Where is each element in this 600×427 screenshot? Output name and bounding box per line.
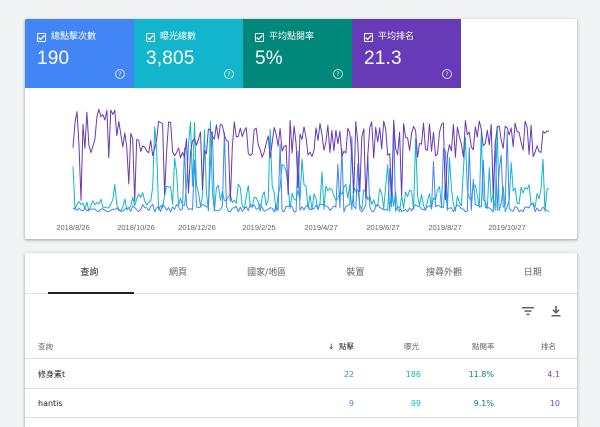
x-tick-label: 2019/4/27: [304, 223, 337, 232]
metric-value: 5%: [255, 48, 283, 69]
chart-lines: [72, 108, 550, 213]
header-impressions[interactable]: 曝光: [404, 342, 419, 352]
ctr-cell: 9.1%: [473, 399, 494, 408]
header-position[interactable]: 排名: [541, 342, 556, 352]
performance-chart[interactable]: 2018/8/26 2018/10/26 2018/12/26 2019/2/25 20…: [25, 88, 577, 239]
metric-label: 總點擊次數: [51, 32, 97, 42]
position-cell: 4.1: [547, 370, 560, 379]
x-tick-label: 2019/8/27: [428, 223, 461, 232]
table-header: 查詢 ↓ 點擊 曝光 點閱率 排名: [25, 334, 577, 359]
header-query[interactable]: 查詢: [38, 342, 53, 352]
metric-value: 190: [37, 48, 70, 69]
checkbox-icon[interactable]: [146, 33, 155, 42]
help-icon[interactable]: ?: [442, 69, 452, 79]
tab-dates[interactable]: 日期: [488, 253, 577, 293]
impressions-cell: 99: [410, 399, 421, 408]
header-clicks[interactable]: 點擊: [339, 342, 354, 352]
x-tick-label: 2019/10/27: [488, 223, 526, 232]
x-tick-label: 2019/6/27: [366, 223, 399, 232]
checkbox-icon[interactable]: [364, 33, 373, 42]
x-tick-label: 2019/2/25: [242, 223, 275, 232]
table-row[interactable]: hantis 9 99 9.1% 10: [25, 389, 577, 418]
table-toolbar: [25, 294, 577, 326]
data-table-card: 查詢 網頁 國家/地區 裝置 搜尋外觀 日期 查詢 ↓ 點擊 曝光 點閱率 排名…: [25, 253, 577, 427]
tab-devices[interactable]: 裝置: [311, 253, 400, 293]
metric-tile-ctr[interactable]: 平均點閱率 5% ?: [243, 19, 352, 88]
tab-search-appearance[interactable]: 搜尋外觀: [400, 253, 489, 293]
x-tick-label: 2018/12/26: [178, 223, 216, 232]
sort-arrow-icon[interactable]: ↓: [328, 342, 334, 352]
metric-tile-position[interactable]: 平均排名 21.3 ?: [352, 19, 461, 88]
header-ctr[interactable]: 點閱率: [472, 342, 495, 352]
help-icon[interactable]: ?: [333, 69, 343, 79]
checkbox-icon[interactable]: [37, 33, 46, 42]
query-cell: 修身素t: [38, 370, 66, 379]
tab-countries[interactable]: 國家/地區: [222, 253, 311, 293]
metric-value: 3,805: [146, 48, 195, 69]
ctr-cell: 11.8%: [468, 370, 494, 379]
x-tick-label: 2018/10/26: [117, 223, 155, 232]
position-cell: 10: [549, 399, 560, 408]
tab-queries[interactable]: 查詢: [45, 253, 134, 293]
download-icon[interactable]: [549, 303, 563, 317]
impressions-cell: 186: [405, 370, 421, 379]
filter-icon[interactable]: [521, 303, 535, 317]
x-tick-label: 2018/8/26: [56, 223, 89, 232]
tab-pages[interactable]: 網頁: [134, 253, 223, 293]
metric-label: 平均排名: [378, 32, 415, 42]
clicks-cell: 9: [348, 399, 354, 408]
metric-tile-clicks[interactable]: 總點擊次數 190 ?: [25, 19, 134, 88]
table-row[interactable]: 修身素t 22 186 11.8% 4.1: [25, 360, 577, 389]
checkbox-icon[interactable]: [255, 33, 264, 42]
x-axis: 2018/8/26 2018/10/26 2018/12/26 2019/2/25 20…: [56, 223, 525, 232]
metric-value: 21.3: [364, 48, 402, 69]
help-icon[interactable]: ?: [115, 69, 125, 79]
chart-svg: 2018/8/26 2018/10/26 2018/12/26 2019/2/25 20…: [56, 108, 550, 232]
dimension-tabs: 查詢 網頁 國家/地區 裝置 搜尋外觀 日期: [25, 253, 577, 294]
clicks-cell: 22: [343, 370, 354, 379]
metric-tiles: 總點擊次數 190 ? 曝光總數 3,805 ? 平均點閱率 5% ? 平均排名: [25, 19, 577, 88]
metric-tile-impressions[interactable]: 曝光總數 3,805 ?: [134, 19, 243, 88]
performance-card: 總點擊次數 190 ? 曝光總數 3,805 ? 平均點閱率 5% ? 平均排名: [25, 19, 577, 239]
metric-label: 平均點閱率: [269, 32, 315, 42]
help-icon[interactable]: ?: [224, 69, 234, 79]
metric-label: 曝光總數: [160, 32, 197, 42]
position-line: [72, 108, 550, 202]
query-cell: hantis: [38, 399, 63, 408]
